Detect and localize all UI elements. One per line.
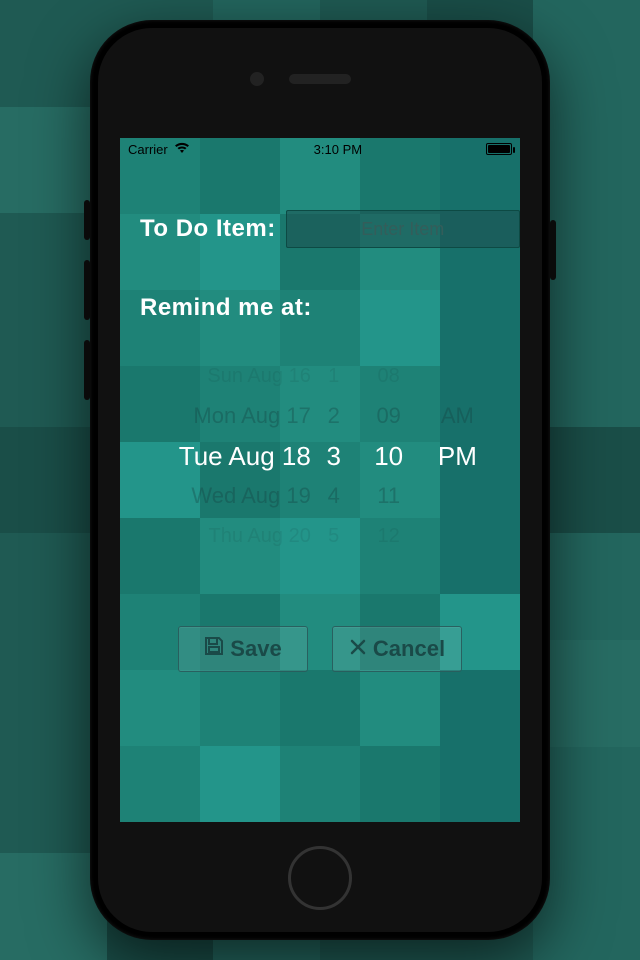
picker-minute-column[interactable]: 08 09 10 11 12 bbox=[357, 356, 421, 556]
picker-date-option[interactable]: Thu Aug 20 bbox=[209, 516, 311, 556]
volume-up-button bbox=[84, 260, 90, 320]
mute-switch bbox=[84, 200, 90, 240]
picker-ampm-spacer bbox=[455, 516, 461, 556]
floppy-icon bbox=[204, 636, 224, 662]
picker-hour-option[interactable]: 1 bbox=[328, 356, 339, 396]
todo-row: To Do Item: bbox=[140, 210, 500, 248]
picker-hour-option[interactable]: 4 bbox=[328, 476, 340, 516]
picker-ampm-spacer bbox=[454, 476, 460, 516]
picker-minute-selected[interactable]: 10 bbox=[374, 436, 403, 476]
cancel-button-label: Cancel bbox=[373, 636, 445, 662]
app-screen: Carrier 3:10 PM To Do Item: bbox=[120, 138, 520, 822]
wifi-icon bbox=[174, 142, 190, 157]
power-button bbox=[550, 220, 556, 280]
save-button-label: Save bbox=[230, 636, 281, 662]
picker-date-option[interactable]: Mon Aug 17 bbox=[193, 396, 310, 436]
picker-hour-selected[interactable]: 3 bbox=[326, 436, 340, 476]
clock-label: 3:10 PM bbox=[314, 142, 362, 157]
volume-down-button bbox=[84, 340, 90, 400]
earpiece bbox=[289, 74, 351, 84]
todo-label: To Do Item: bbox=[140, 215, 276, 243]
picker-ampm-option[interactable]: AM bbox=[441, 396, 474, 436]
picker-minute-option[interactable]: 11 bbox=[377, 476, 400, 516]
save-button[interactable]: Save bbox=[178, 626, 308, 672]
battery-icon bbox=[486, 143, 512, 155]
picker-hour-option[interactable]: 5 bbox=[328, 516, 339, 556]
datetime-picker[interactable]: Sun Aug 16 Mon Aug 17 Tue Aug 18 Wed Aug… bbox=[140, 356, 500, 556]
home-button[interactable] bbox=[288, 846, 352, 910]
picker-date-option[interactable]: Sun Aug 16 bbox=[207, 356, 310, 396]
cancel-button[interactable]: Cancel bbox=[332, 626, 462, 672]
picker-minute-option[interactable]: 09 bbox=[376, 396, 400, 436]
picker-date-selected[interactable]: Tue Aug 18 bbox=[179, 436, 311, 476]
picker-date-option[interactable]: Wed Aug 19 bbox=[191, 476, 310, 516]
carrier-label: Carrier bbox=[128, 142, 168, 157]
picker-hour-option[interactable]: 2 bbox=[328, 396, 340, 436]
front-camera bbox=[250, 72, 264, 86]
button-row: Save Cancel bbox=[140, 626, 500, 672]
remind-label: Remind me at: bbox=[140, 294, 500, 322]
device-frame: Carrier 3:10 PM To Do Item: bbox=[90, 20, 550, 940]
picker-minute-option[interactable]: 12 bbox=[378, 516, 400, 556]
close-icon bbox=[349, 636, 367, 662]
picker-ampm-selected[interactable]: PM bbox=[438, 436, 477, 476]
picker-hour-column[interactable]: 1 2 3 4 5 bbox=[311, 356, 357, 556]
picker-date-column[interactable]: Sun Aug 16 Mon Aug 17 Tue Aug 18 Wed Aug… bbox=[146, 356, 311, 556]
picker-minute-option[interactable]: 08 bbox=[378, 356, 400, 396]
picker-ampm-column[interactable]: AM PM bbox=[421, 356, 494, 556]
picker-ampm-spacer bbox=[455, 356, 461, 396]
status-bar: Carrier 3:10 PM bbox=[120, 138, 520, 160]
todo-input[interactable] bbox=[286, 210, 520, 248]
